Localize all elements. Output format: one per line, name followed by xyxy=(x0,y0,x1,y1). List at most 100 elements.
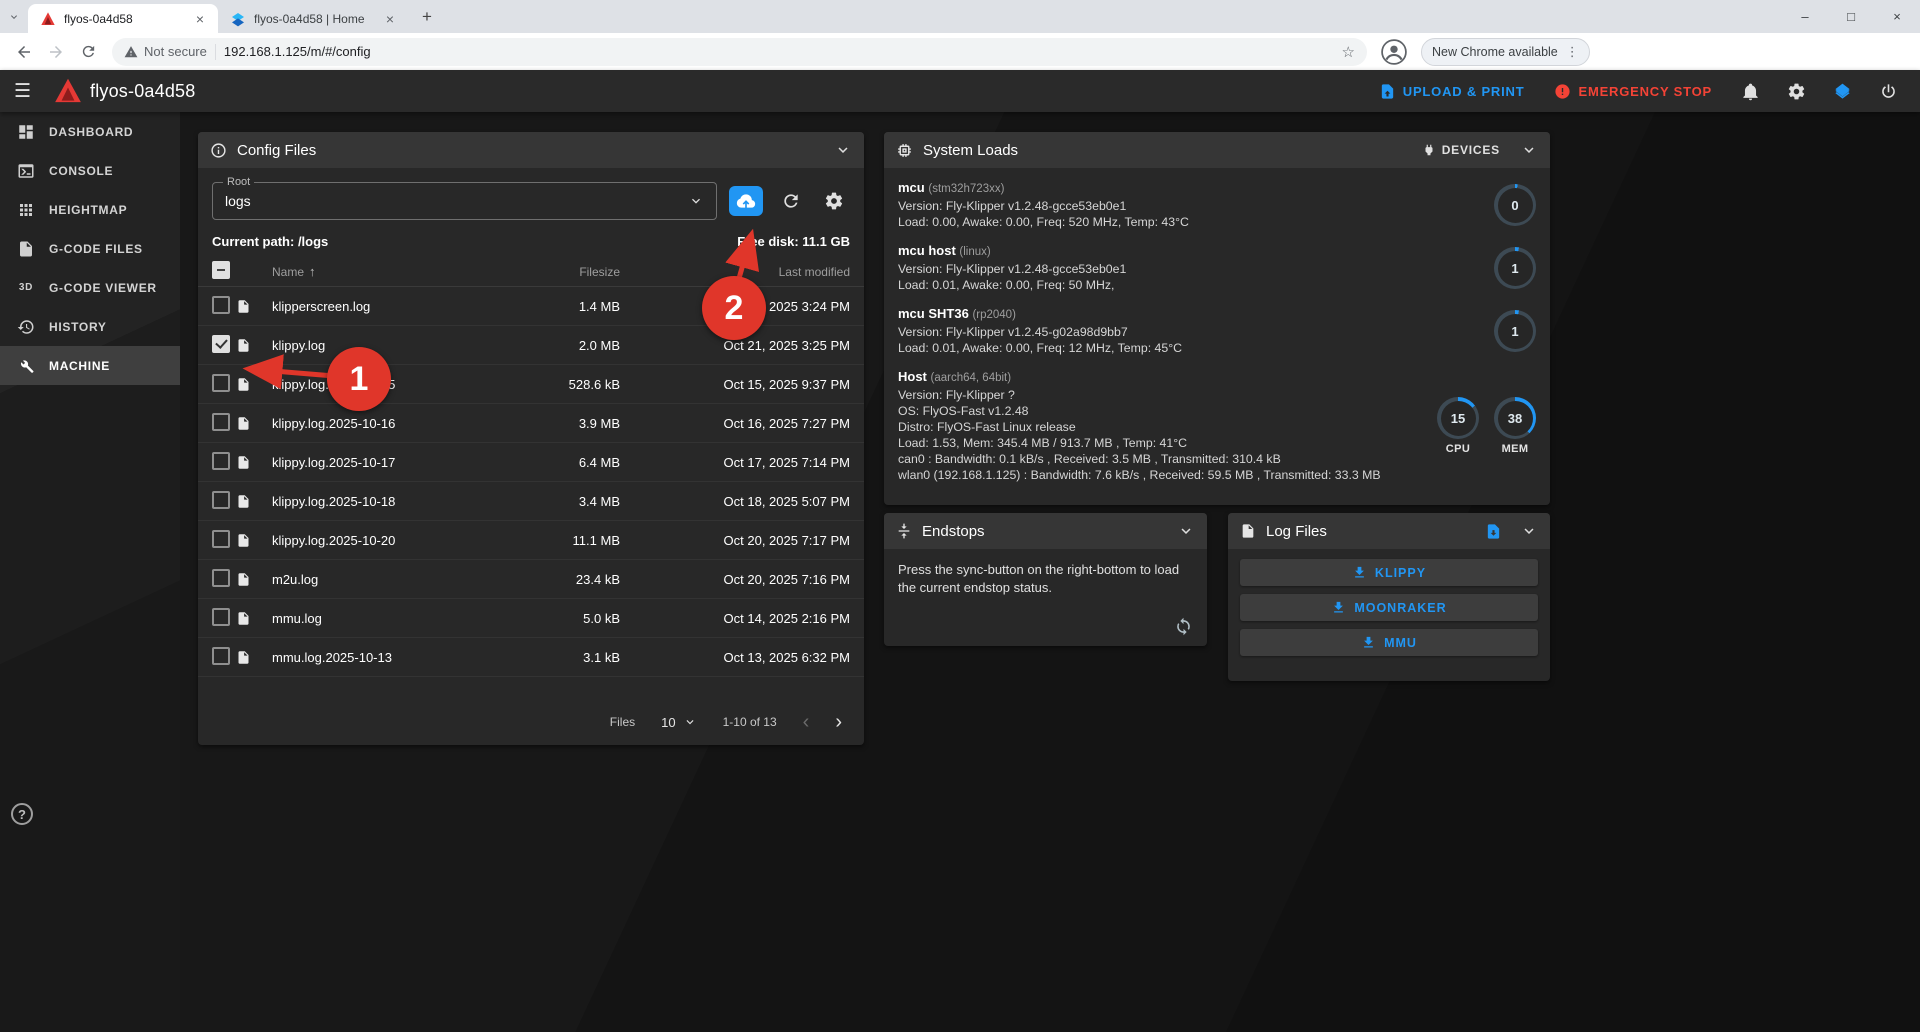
browser-menu-icon[interactable]: ⋮ xyxy=(1566,44,1579,60)
refresh-button[interactable] xyxy=(775,185,807,217)
row-checkbox[interactable] xyxy=(212,608,230,626)
next-page-button[interactable]: › xyxy=(835,712,842,732)
new-tab-button[interactable]: + xyxy=(414,4,440,30)
bookmark-star-icon[interactable]: ☆ xyxy=(1342,43,1355,61)
power-icon[interactable] xyxy=(1870,73,1906,109)
download-logs-button[interactable] xyxy=(1485,523,1502,540)
forward-icon[interactable] xyxy=(42,38,70,66)
row-checkbox[interactable] xyxy=(212,491,230,509)
sidebar-item-machine[interactable]: MACHINE xyxy=(0,346,180,385)
history-clock-icon xyxy=(16,317,36,337)
emergency-stop-button[interactable]: EMERGENCY STOP xyxy=(1544,75,1722,107)
layers-icon[interactable] xyxy=(1824,73,1860,109)
sync-icon xyxy=(1174,617,1193,636)
system-loads-header[interactable]: System Loads DEVICES xyxy=(884,132,1550,168)
row-checkbox[interactable] xyxy=(212,413,230,431)
file-name: klippy.log xyxy=(272,338,470,353)
sidebar-item-console[interactable]: CONSOLE xyxy=(0,151,180,190)
table-row[interactable]: klippy.log.2025-10-16 3.9 MB Oct 16, 202… xyxy=(198,404,864,443)
load-gauge: 0 xyxy=(1494,184,1536,226)
tab-search-chevron-icon[interactable] xyxy=(0,3,28,31)
refresh-icon[interactable] xyxy=(74,38,102,66)
log-files-header[interactable]: Log Files xyxy=(1228,513,1550,549)
table-row[interactable]: klippy.log.2025-10-20 11.1 MB Oct 20, 20… xyxy=(198,521,864,560)
row-checkbox[interactable] xyxy=(212,530,230,548)
root-select-label: Root xyxy=(223,176,254,188)
file-name: klippy.log.2025-10-15 xyxy=(272,377,470,392)
file-modified: Oct 15, 2025 9:37 PM xyxy=(620,377,850,392)
chevron-down-icon[interactable] xyxy=(1520,141,1538,159)
table-settings-button[interactable] xyxy=(818,185,850,217)
profile-icon[interactable] xyxy=(1381,39,1407,65)
table-row[interactable]: klippy.log.2025-10-18 3.4 MB Oct 18, 202… xyxy=(198,482,864,521)
settings-gear-icon[interactable] xyxy=(1778,73,1814,109)
file-size: 3.1 kB xyxy=(470,650,620,665)
chevron-down-icon xyxy=(683,715,697,729)
table-row[interactable]: klippy.log.2025-10-15 528.6 kB Oct 15, 2… xyxy=(198,365,864,404)
system-load-entry-mcu-host: mcu host (linux) Version: Fly-Klipper v1… xyxy=(898,243,1536,293)
tab-close-icon[interactable]: × xyxy=(382,11,398,27)
per-page-select[interactable]: 10 xyxy=(661,715,696,730)
sidebar-item-history[interactable]: HISTORY xyxy=(0,307,180,346)
browser-tab-active[interactable]: flyos-0a4d58 × xyxy=(28,4,218,33)
sync-button[interactable] xyxy=(1174,617,1193,636)
file-modified: Oct 18, 2025 5:07 PM xyxy=(620,494,850,509)
sidebar-item-gcode-viewer[interactable]: 3D G-CODE VIEWER xyxy=(0,268,180,307)
system-loads-panel: System Loads DEVICES mcu (stm32h723xx) V… xyxy=(884,132,1550,505)
sidebar-item-heightmap[interactable]: HEIGHTMAP xyxy=(0,190,180,229)
file-name: klipperscreen.log xyxy=(272,299,470,314)
browser-toolbar: Not secure 192.168.1.125/m/#/config ☆ Ne… xyxy=(0,33,1920,70)
security-indicator[interactable]: Not secure xyxy=(124,44,207,59)
chevron-down-icon[interactable] xyxy=(1177,522,1195,540)
row-checkbox[interactable] xyxy=(212,335,230,353)
column-last-modified[interactable]: Last modified xyxy=(620,265,850,279)
previous-page-button[interactable]: ‹ xyxy=(803,712,810,732)
address-bar[interactable]: Not secure 192.168.1.125/m/#/config ☆ xyxy=(112,38,1367,66)
row-checkbox[interactable] xyxy=(212,647,230,665)
table-row[interactable]: klipperscreen.log 1.4 MB Oct 21, 2025 3:… xyxy=(198,287,864,326)
chevron-down-icon[interactable] xyxy=(688,193,704,209)
help-button[interactable]: ? xyxy=(11,803,33,825)
sidebar-item-gcode-files[interactable]: G-CODE FILES xyxy=(0,229,180,268)
column-filesize[interactable]: Filesize xyxy=(470,265,620,279)
file-modified: Oct 21, 2025 3:24 PM xyxy=(620,299,850,314)
upload-print-button[interactable]: UPLOAD & PRINT xyxy=(1369,75,1535,107)
endstops-header[interactable]: Endstops xyxy=(884,513,1207,549)
row-checkbox[interactable] xyxy=(212,569,230,587)
row-checkbox[interactable] xyxy=(212,452,230,470)
table-row[interactable]: mmu.log.2025-10-13 3.1 kB Oct 13, 2025 6… xyxy=(198,638,864,677)
back-icon[interactable] xyxy=(10,38,38,66)
table-row[interactable]: klippy.log 2.0 MB Oct 21, 2025 3:25 PM xyxy=(198,326,864,365)
notifications-bell-icon[interactable] xyxy=(1732,73,1768,109)
chrome-update-button[interactable]: New Chrome available ⋮ xyxy=(1421,38,1590,66)
log-download-button[interactable]: KLIPPY xyxy=(1240,559,1538,586)
row-checkbox[interactable] xyxy=(212,374,230,392)
browser-tab[interactable]: flyos-0a4d58 | Home × xyxy=(218,4,408,33)
log-download-button[interactable]: MMU xyxy=(1240,629,1538,656)
sidebar-item-dashboard[interactable]: DASHBOARD xyxy=(0,112,180,151)
config-files-header[interactable]: Config Files xyxy=(198,132,864,168)
table-row[interactable]: mmu.log 5.0 kB Oct 14, 2025 2:16 PM xyxy=(198,599,864,638)
hamburger-menu-icon[interactable]: ☰ xyxy=(14,80,44,103)
sidebar-item-label: DASHBOARD xyxy=(49,125,133,139)
window-close-button[interactable]: × xyxy=(1874,0,1920,33)
chevron-down-icon[interactable] xyxy=(1520,522,1538,540)
file-modified: Oct 20, 2025 7:16 PM xyxy=(620,572,850,587)
url-text[interactable]: 192.168.1.125/m/#/config xyxy=(224,44,1334,59)
row-checkbox[interactable] xyxy=(212,296,230,314)
column-name[interactable]: Name ↑ xyxy=(272,264,470,279)
select-all-checkbox[interactable] xyxy=(212,261,230,279)
window-maximize-button[interactable]: □ xyxy=(1828,0,1874,33)
system-load-line: wlan0 (192.168.1.125) : Bandwidth: 7.6 k… xyxy=(898,467,1427,483)
cloud-download-button[interactable] xyxy=(729,186,763,216)
table-row[interactable]: klippy.log.2025-10-17 6.4 MB Oct 17, 202… xyxy=(198,443,864,482)
table-row[interactable]: m2u.log 23.4 kB Oct 20, 2025 7:16 PM xyxy=(198,560,864,599)
devices-button[interactable]: DEVICES xyxy=(1422,143,1500,157)
root-select[interactable]: Root logs xyxy=(212,182,717,220)
window-minimize-button[interactable]: – xyxy=(1782,0,1828,33)
file-size: 1.4 MB xyxy=(470,299,620,314)
tab-close-icon[interactable]: × xyxy=(192,11,208,27)
chevron-down-icon[interactable] xyxy=(834,141,852,159)
load-gauge: 1 xyxy=(1494,247,1536,289)
log-download-button[interactable]: MOONRAKER xyxy=(1240,594,1538,621)
